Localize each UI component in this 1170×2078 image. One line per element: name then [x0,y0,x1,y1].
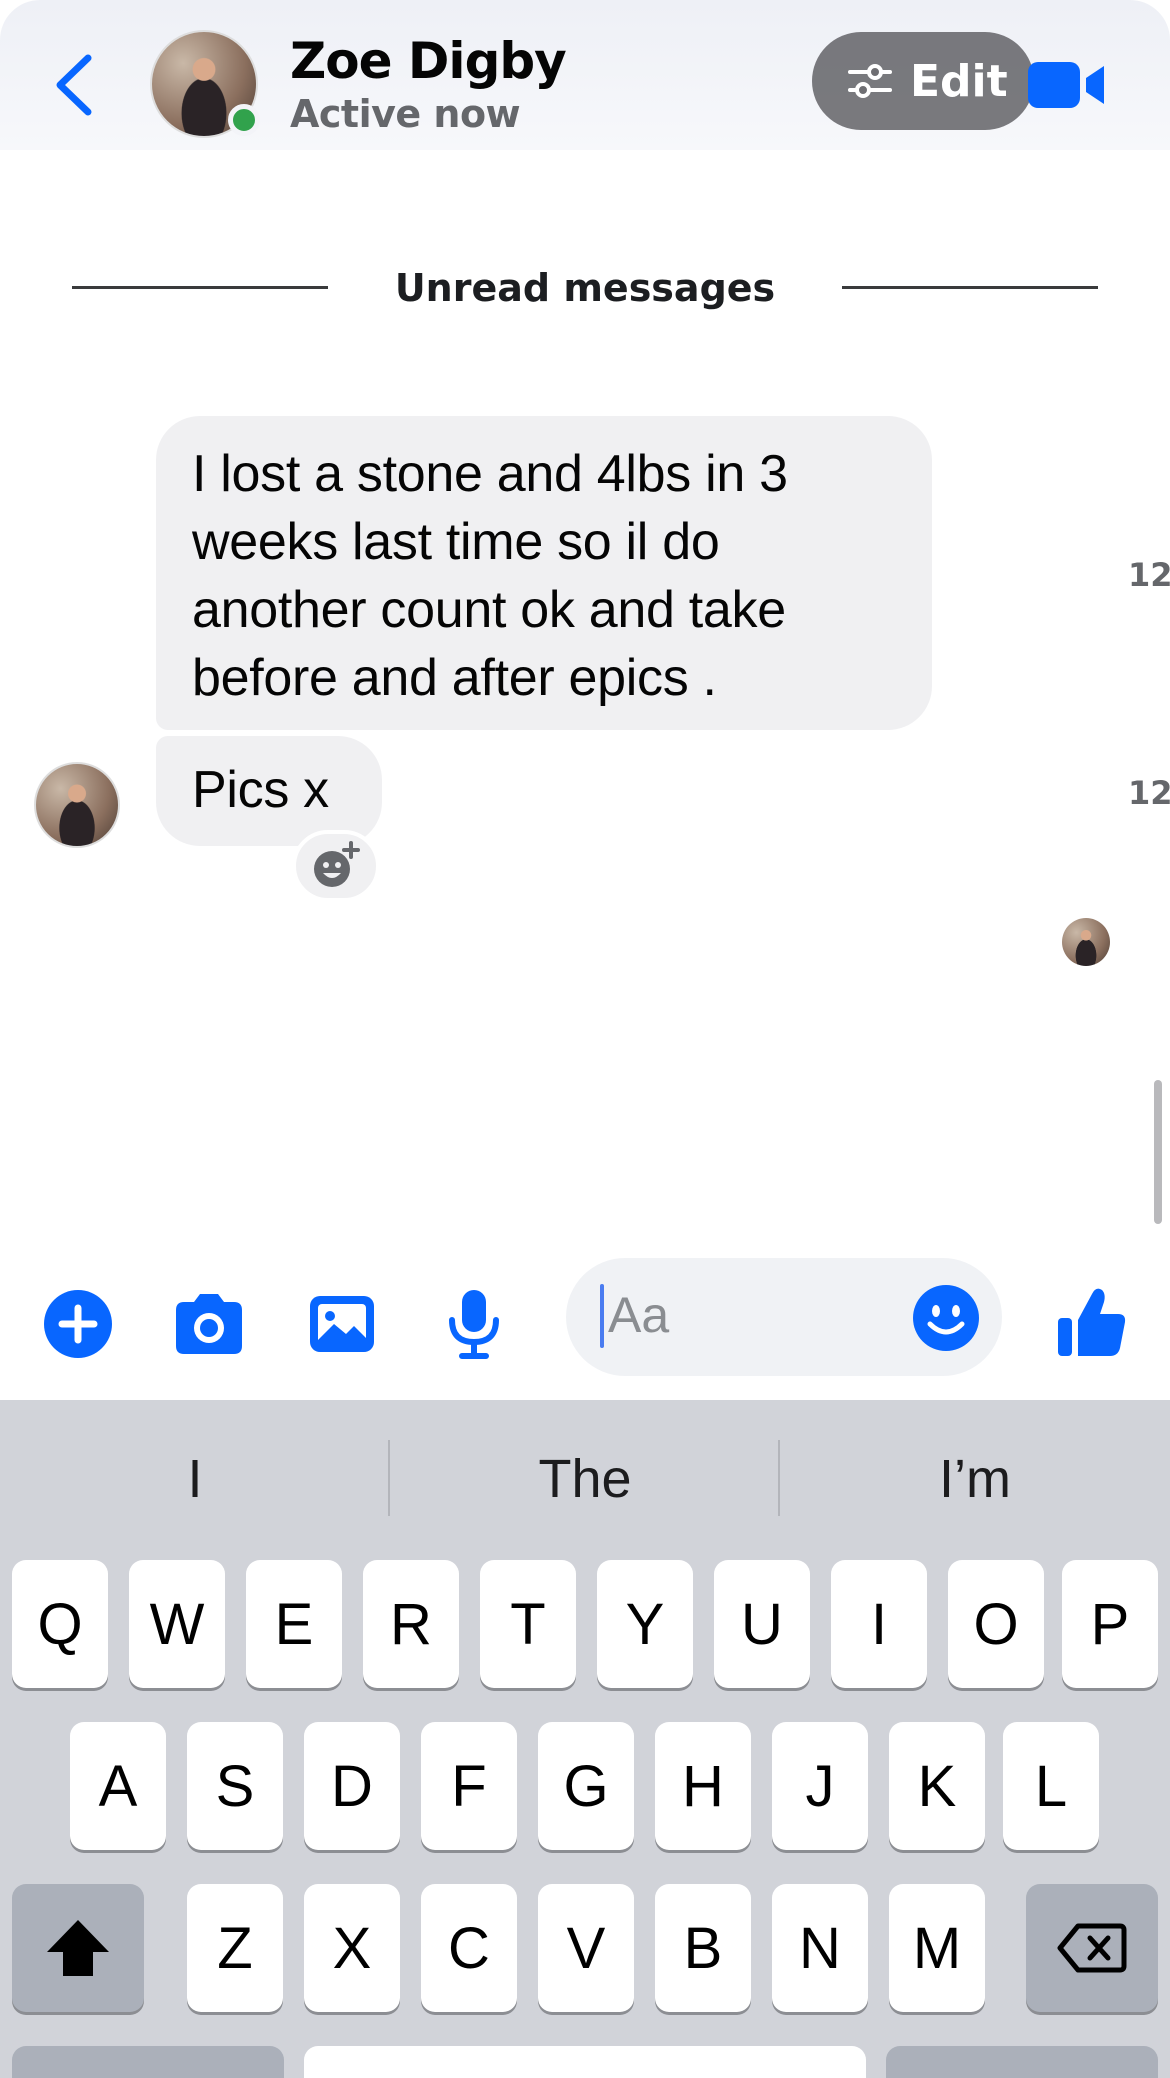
key[interactable]: N [772,1884,868,2012]
text-cursor [600,1284,604,1348]
message-line: weeks last time so il do [192,513,720,571]
camera-icon [176,1294,242,1354]
suggestion-item[interactable]: The [390,1448,780,1510]
video-call-button[interactable] [1024,50,1114,120]
message-line: I lost a stone and 4lbs in 3 [192,445,788,503]
numbers-key[interactable] [12,2046,284,2078]
return-key[interactable] [886,2046,1158,2078]
backspace-icon [1057,1923,1127,1973]
online-status-dot [228,104,260,136]
plus-icon [44,1290,112,1358]
contact-avatar-button[interactable] [150,30,260,138]
smiley-icon [913,1285,979,1351]
contact-name[interactable]: Zoe Digby [290,32,567,90]
seen-receipt-avatar [1062,918,1110,966]
key[interactable]: F [421,1722,517,1850]
message-bubble[interactable]: I lost a stone and 4lbs in 3 weeks last … [156,416,932,730]
voice-message-button[interactable] [438,1288,510,1360]
on-screen-keyboard: I The I’m Q W E R T Y U I O P A S D F G … [0,1400,1170,2078]
space-key[interactable] [304,2046,866,2078]
message-line: Pics x [192,761,329,819]
key[interactable]: H [655,1722,751,1850]
key[interactable]: G [538,1722,634,1850]
key[interactable]: X [304,1884,400,2012]
key[interactable]: Y [597,1560,693,1688]
key[interactable]: V [538,1884,634,2012]
predictive-text-bar: I The I’m [0,1400,1170,1550]
more-actions-button[interactable] [42,1288,114,1360]
contact-status: Active now [290,92,521,136]
key[interactable]: J [772,1722,868,1850]
key[interactable]: M [889,1884,985,2012]
filter-sliders-icon [848,64,892,98]
shift-key[interactable] [12,1884,144,2012]
scrollbar[interactable] [1154,1080,1162,1224]
key[interactable]: R [363,1560,459,1688]
key[interactable]: B [655,1884,751,2012]
message-input[interactable]: Aa [566,1258,1002,1376]
suggestion-item[interactable]: I [0,1448,390,1510]
key[interactable]: K [889,1722,985,1850]
key[interactable]: S [187,1722,283,1850]
key[interactable]: A [70,1722,166,1850]
gallery-icon [310,1296,374,1352]
shift-icon [47,1920,109,1976]
edit-button[interactable]: Edit [812,32,1034,130]
edit-label: Edit [910,55,1008,107]
key[interactable]: C [421,1884,517,2012]
add-reaction-icon [314,841,360,887]
message-input-placeholder: Aa [608,1287,670,1343]
key[interactable]: T [480,1560,576,1688]
suggestion-item[interactable]: I’m [780,1448,1170,1510]
message-line: another count ok and take [192,581,786,639]
divider-line [842,286,1098,289]
sender-avatar[interactable] [34,762,120,848]
key[interactable]: L [1003,1722,1099,1850]
add-reaction-button[interactable] [292,830,380,902]
message-timestamp: 12 [1128,556,1170,594]
thumbs-up-icon [1058,1288,1126,1356]
key[interactable]: P [1062,1560,1158,1688]
key[interactable]: D [304,1722,400,1850]
camera-button[interactable] [172,1288,244,1360]
back-button[interactable] [50,50,100,120]
back-chevron-icon [56,54,92,116]
conversation-header: Zoe Digby Active now Edit [0,0,1170,150]
message-timestamp: 12 [1128,774,1170,812]
key[interactable]: W [129,1560,225,1688]
message-line: before and after epics . [192,649,717,707]
key[interactable]: Z [187,1884,283,2012]
key[interactable]: U [714,1560,810,1688]
key[interactable]: O [948,1560,1044,1688]
backspace-key[interactable] [1026,1884,1158,2012]
gallery-button[interactable] [306,1288,378,1360]
unread-divider: Unread messages [0,262,1170,312]
key[interactable]: E [246,1560,342,1688]
send-like-button[interactable] [1054,1284,1130,1360]
key[interactable]: I [831,1560,927,1688]
emoji-button[interactable] [912,1284,980,1352]
microphone-icon [449,1290,499,1359]
key[interactable]: Q [12,1560,108,1688]
video-camera-icon [1028,62,1104,108]
